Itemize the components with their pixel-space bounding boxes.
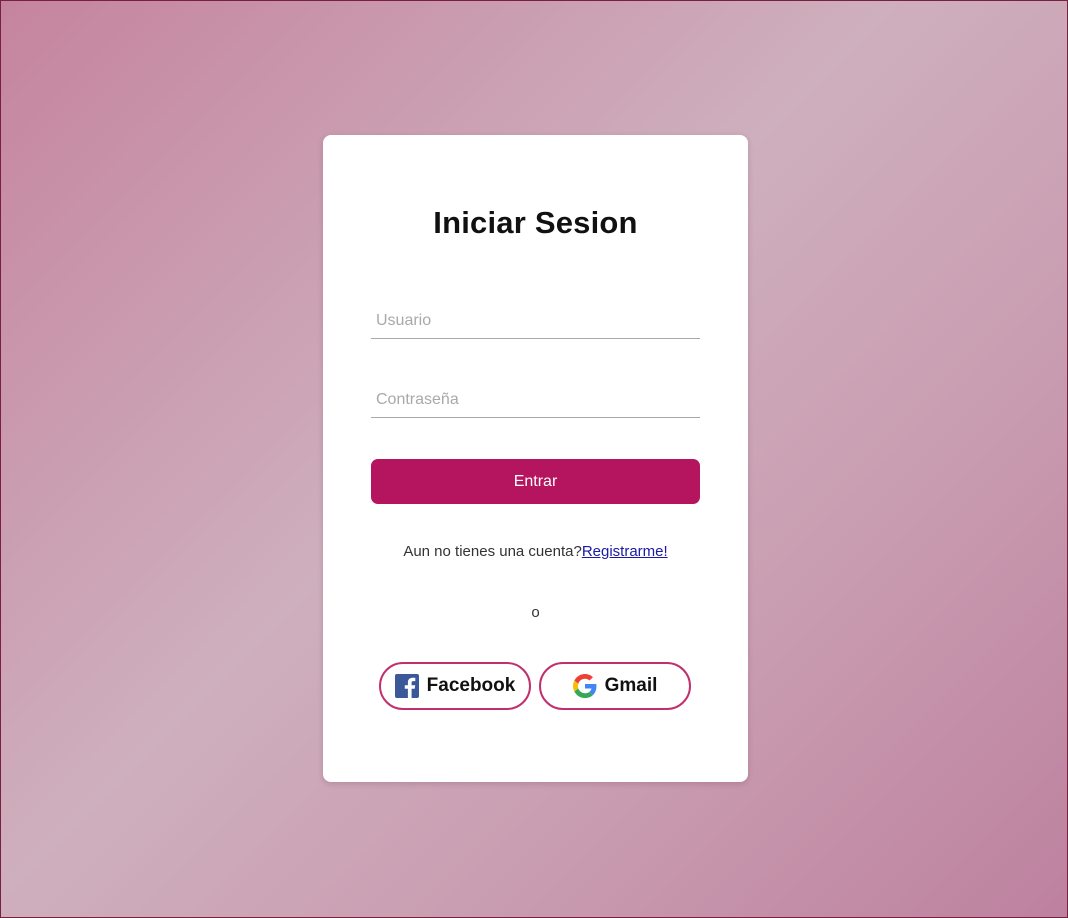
facebook-icon — [394, 674, 419, 698]
login-card: Iniciar Sesion Entrar Aun no tienes una … — [323, 135, 748, 782]
register-prompt: Aun no tienes una cuenta?Registrarme! — [323, 543, 748, 560]
register-link[interactable]: Registrarme! — [582, 543, 668, 560]
gmail-button-label: Gmail — [604, 675, 658, 696]
login-button[interactable]: Entrar — [371, 459, 700, 504]
register-prompt-text: Aun no tienes una cuenta? — [403, 543, 582, 560]
google-icon — [572, 674, 597, 698]
facebook-login-button[interactable]: Facebook — [379, 662, 531, 710]
gmail-login-button[interactable]: Gmail — [539, 662, 691, 710]
or-separator: o — [531, 604, 540, 621]
facebook-button-label: Facebook — [426, 675, 516, 696]
username-input[interactable] — [371, 303, 700, 339]
password-input[interactable] — [371, 382, 700, 418]
page-title: Iniciar Sesion — [433, 205, 638, 240]
